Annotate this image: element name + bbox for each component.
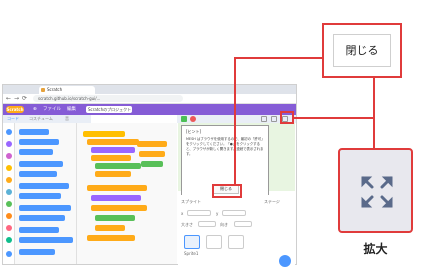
expand-callout — [338, 148, 413, 233]
script-block[interactable] — [91, 155, 131, 161]
palette-block[interactable] — [19, 249, 55, 255]
script-block[interactable] — [83, 131, 125, 137]
sprite-thumbnail[interactable] — [206, 235, 222, 249]
palette-block[interactable] — [19, 129, 49, 135]
size-label: 大きさ — [181, 222, 193, 227]
small-stage-icon[interactable] — [261, 116, 267, 122]
close-button-enlarged[interactable]: 閉じる — [333, 34, 391, 67]
tab-costumes[interactable]: コスチューム — [29, 115, 53, 123]
menu-file[interactable]: ファイル — [43, 104, 61, 115]
expand-caption: 拡大 — [363, 242, 388, 256]
script-block[interactable] — [87, 139, 139, 145]
script-block[interactable] — [95, 163, 141, 169]
palette-block[interactable] — [19, 193, 61, 199]
y-field[interactable] — [222, 210, 246, 216]
category-sensing[interactable] — [6, 189, 12, 195]
add-extension-icon[interactable] — [6, 251, 12, 257]
green-flag-icon[interactable] — [181, 116, 187, 122]
category-control[interactable] — [6, 177, 12, 183]
direction-label: 向き — [220, 222, 228, 227]
palette-block[interactable] — [19, 171, 57, 177]
palette-block[interactable] — [19, 215, 65, 221]
sprite-thumbnail[interactable] — [184, 235, 200, 249]
palette-block[interactable] — [19, 227, 59, 233]
direction-field[interactable] — [234, 221, 252, 227]
script-block[interactable] — [95, 215, 135, 221]
palette-block[interactable] — [19, 149, 53, 155]
script-block[interactable] — [141, 161, 163, 167]
script-block[interactable] — [137, 141, 167, 147]
palette-block[interactable] — [19, 205, 71, 211]
address-bar-row: ← → ⟳ scratch.github.io/scratch-gui/... — [3, 94, 296, 104]
category-motion[interactable] — [6, 129, 12, 135]
editor-tabs: コード コスチューム 音 — [3, 115, 91, 123]
size-field[interactable] — [198, 221, 216, 227]
expand-button-highlight — [280, 111, 294, 124]
script-area[interactable] — [77, 123, 177, 264]
stage-header — [177, 115, 296, 123]
y-label: y — [216, 211, 219, 216]
browser-tab[interactable]: Scratch — [39, 86, 95, 94]
favicon-icon — [41, 88, 45, 92]
tab-code[interactable]: コード — [7, 115, 19, 123]
close-callout: 閉じる — [322, 23, 402, 78]
connector-line — [293, 117, 374, 119]
connector-line — [234, 57, 324, 59]
script-block[interactable] — [87, 185, 147, 191]
script-block[interactable] — [91, 147, 135, 153]
palette-block[interactable] — [19, 183, 69, 189]
project-name-input[interactable]: Scratchのプロジェクト — [86, 106, 132, 113]
dialog-body: MESH はブラウザを使用するので、最初の「許可」をクリックしてください。「●」… — [186, 137, 265, 156]
script-block[interactable] — [95, 225, 125, 231]
block-palette — [15, 123, 77, 264]
stage-label: ステージ — [264, 199, 280, 204]
sprite-label: スプライト — [181, 199, 201, 204]
category-myblocks[interactable] — [6, 225, 12, 231]
script-block[interactable] — [91, 195, 141, 201]
dialog-title: [ヒント] — [186, 129, 202, 134]
category-looks[interactable] — [6, 141, 12, 147]
sprite-name: Sprite1 — [184, 251, 199, 256]
sprite-pane: スプライト x y 大きさ 向き Sprite1 ステージ — [178, 195, 295, 265]
palette-block[interactable] — [19, 139, 59, 145]
script-block[interactable] — [91, 205, 147, 211]
choose-backdrop-icon[interactable] — [279, 255, 291, 267]
script-block[interactable] — [95, 171, 131, 177]
menu-edit[interactable]: 編集 — [67, 104, 76, 115]
browser-window: Scratch ← → ⟳ scratch.github.io/scratch-… — [2, 84, 297, 267]
block-categories — [3, 123, 15, 264]
category-variables[interactable] — [6, 213, 12, 219]
url-input[interactable]: scratch.github.io/scratch-gui/... — [33, 95, 183, 102]
scratch-logo[interactable]: Scratch — [6, 106, 24, 113]
palette-block[interactable] — [19, 237, 73, 243]
category-sound[interactable] — [6, 153, 12, 159]
expand-arrows-icon[interactable] — [359, 174, 395, 210]
category-extension[interactable] — [6, 237, 12, 243]
close-button-highlight — [212, 184, 242, 198]
tab-bar: Scratch — [3, 85, 296, 94]
connector-line — [373, 77, 375, 149]
palette-block[interactable] — [19, 161, 63, 167]
reload-icon[interactable]: ⟳ — [22, 95, 27, 103]
scratch-menubar: Scratch ⊕ ファイル 編集 Scratchのプロジェクト — [3, 104, 296, 115]
connector-line — [234, 58, 236, 185]
browser-tab-title: Scratch — [47, 87, 63, 92]
category-events[interactable] — [6, 165, 12, 171]
x-label: x — [181, 211, 184, 216]
back-icon[interactable]: ← — [6, 95, 11, 103]
normal-stage-icon[interactable] — [271, 116, 277, 122]
script-block[interactable] — [87, 235, 135, 241]
x-field[interactable] — [187, 210, 211, 216]
stop-icon[interactable] — [190, 116, 196, 122]
category-operators[interactable] — [6, 201, 12, 207]
forward-icon[interactable]: → — [14, 95, 19, 103]
script-block[interactable] — [139, 151, 165, 157]
tab-sounds[interactable]: 音 — [65, 115, 69, 123]
sprite-thumbnail[interactable] — [228, 235, 244, 249]
globe-icon[interactable]: ⊕ — [33, 104, 37, 115]
